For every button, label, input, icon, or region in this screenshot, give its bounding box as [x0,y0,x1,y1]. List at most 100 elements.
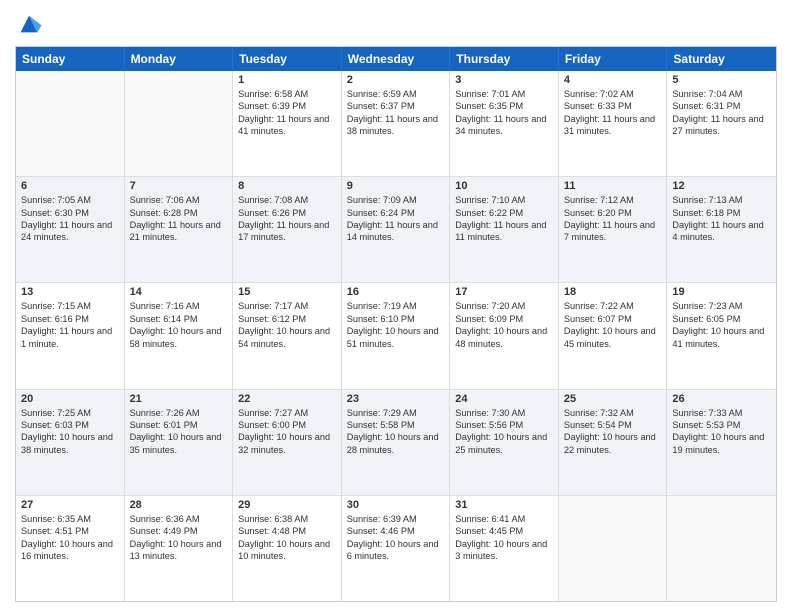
day-number: 22 [238,393,336,405]
cell-info: Sunrise: 6:58 AMSunset: 6:39 PMDaylight:… [238,88,336,138]
cell-info: Sunrise: 7:02 AMSunset: 6:33 PMDaylight:… [564,88,662,138]
calendar-cell: 30 Sunrise: 6:39 AMSunset: 4:46 PMDayligh… [342,496,451,601]
cell-info: Sunrise: 7:08 AMSunset: 6:26 PMDaylight:… [238,194,336,244]
calendar-cell: 11Sunrise: 7:12 AMSunset: 6:20 PMDayligh… [559,177,668,282]
cell-info: Sunrise: 6:35 AMSunset: 4:51 PMDaylight:… [21,513,119,563]
header [15,10,777,38]
day-number: 14 [130,286,228,298]
weekday-header-sunday: Sunday [16,47,125,71]
calendar-cell: 25 Sunrise: 7:32 AMSunset: 5:54 PMDayligh… [559,390,668,495]
page: SundayMondayTuesdayWednesdayThursdayFrid… [0,0,792,612]
calendar-cell: 10 Sunrise: 7:10 AMSunset: 6:22 PMDayligh… [450,177,559,282]
calendar-cell: 14Sunrise: 7:16 AMSunset: 6:14 PMDayligh… [125,283,234,388]
day-number: 13 [21,286,119,298]
cell-info: Sunrise: 7:12 AMSunset: 6:20 PMDaylight:… [564,194,662,244]
cell-info: Sunrise: 7:20 AMSunset: 6:09 PMDaylight:… [455,300,553,350]
cell-info: Sunrise: 6:59 AMSunset: 6:37 PMDaylight:… [347,88,445,138]
cell-info: Sunrise: 7:33 AMSunset: 5:53 PMDaylight:… [672,407,771,457]
cell-info: Sunrise: 6:41 AMSunset: 4:45 PMDaylight:… [455,513,553,563]
calendar-cell: 5 Sunrise: 7:04 AMSunset: 6:31 PMDaylight… [667,71,776,176]
cell-info: Sunrise: 7:32 AMSunset: 5:54 PMDaylight:… [564,407,662,457]
day-number: 9 [347,180,445,192]
day-number: 6 [21,180,119,192]
cell-info: Sunrise: 7:06 AMSunset: 6:28 PMDaylight:… [130,194,228,244]
calendar-cell [16,71,125,176]
calendar-cell: 13 Sunrise: 7:15 AMSunset: 6:16 PMDayligh… [16,283,125,388]
cell-info: Sunrise: 7:27 AMSunset: 6:00 PMDaylight:… [238,407,336,457]
cell-info: Sunrise: 7:04 AMSunset: 6:31 PMDaylight:… [672,88,771,138]
cell-info: Sunrise: 7:17 AMSunset: 6:12 PMDaylight:… [238,300,336,350]
calendar-cell: 29Sunrise: 6:38 AMSunset: 4:48 PMDayligh… [233,496,342,601]
calendar-cell: 4 Sunrise: 7:02 AMSunset: 6:33 PMDaylight… [559,71,668,176]
day-number: 21 [130,393,228,405]
weekday-header-friday: Friday [559,47,668,71]
calendar-row-4: 27 Sunrise: 6:35 AMSunset: 4:51 PMDayligh… [16,495,776,601]
day-number: 31 [455,499,553,511]
calendar-cell: 3 Sunrise: 7:01 AMSunset: 6:35 PMDaylight… [450,71,559,176]
day-number: 20 [21,393,119,405]
cell-info: Sunrise: 7:01 AMSunset: 6:35 PMDaylight:… [455,88,553,138]
day-number: 27 [21,499,119,511]
calendar-cell: 18 Sunrise: 7:22 AMSunset: 6:07 PMDayligh… [559,283,668,388]
day-number: 7 [130,180,228,192]
calendar-cell [559,496,668,601]
calendar-cell: 1 Sunrise: 6:58 AMSunset: 6:39 PMDaylight… [233,71,342,176]
calendar-cell: 2Sunrise: 6:59 AMSunset: 6:37 PMDaylight… [342,71,451,176]
calendar-cell: 15 Sunrise: 7:17 AMSunset: 6:12 PMDayligh… [233,283,342,388]
calendar-cell: 31 Sunrise: 6:41 AMSunset: 4:45 PMDayligh… [450,496,559,601]
calendar-cell: 27 Sunrise: 6:35 AMSunset: 4:51 PMDayligh… [16,496,125,601]
day-number: 28 [130,499,228,511]
calendar-cell [125,71,234,176]
calendar-cell: 12 Sunrise: 7:13 AMSunset: 6:18 PMDayligh… [667,177,776,282]
day-number: 18 [564,286,662,298]
cell-info: Sunrise: 6:36 AMSunset: 4:49 PMDaylight:… [130,513,228,563]
calendar-cell: 23Sunrise: 7:29 AMSunset: 5:58 PMDayligh… [342,390,451,495]
calendar-header: SundayMondayTuesdayWednesdayThursdayFrid… [16,47,776,71]
calendar-cell: 9Sunrise: 7:09 AMSunset: 6:24 PMDaylight… [342,177,451,282]
weekday-header-monday: Monday [125,47,234,71]
calendar-cell: 26 Sunrise: 7:33 AMSunset: 5:53 PMDayligh… [667,390,776,495]
day-number: 19 [672,286,771,298]
cell-info: Sunrise: 7:26 AMSunset: 6:01 PMDaylight:… [130,407,228,457]
day-number: 25 [564,393,662,405]
calendar-cell: 24 Sunrise: 7:30 AMSunset: 5:56 PMDayligh… [450,390,559,495]
cell-info: Sunrise: 7:19 AMSunset: 6:10 PMDaylight:… [347,300,445,350]
day-number: 3 [455,74,553,86]
calendar-body: 1 Sunrise: 6:58 AMSunset: 6:39 PMDaylight… [16,71,776,601]
calendar: SundayMondayTuesdayWednesdayThursdayFrid… [15,46,777,602]
cell-info: Sunrise: 7:10 AMSunset: 6:22 PMDaylight:… [455,194,553,244]
day-number: 10 [455,180,553,192]
calendar-cell [667,496,776,601]
cell-info: Sunrise: 7:22 AMSunset: 6:07 PMDaylight:… [564,300,662,350]
calendar-cell: 7 Sunrise: 7:06 AMSunset: 6:28 PMDaylight… [125,177,234,282]
cell-info: Sunrise: 7:15 AMSunset: 6:16 PMDaylight:… [21,300,119,350]
day-number: 26 [672,393,771,405]
logo-icon [15,10,43,38]
calendar-cell: 22 Sunrise: 7:27 AMSunset: 6:00 PMDayligh… [233,390,342,495]
day-number: 5 [672,74,771,86]
day-number: 30 [347,499,445,511]
calendar-cell: 6Sunrise: 7:05 AMSunset: 6:30 PMDaylight… [16,177,125,282]
cell-info: Sunrise: 7:29 AMSunset: 5:58 PMDaylight:… [347,407,445,457]
calendar-cell: 20 Sunrise: 7:25 AMSunset: 6:03 PMDayligh… [16,390,125,495]
calendar-cell: 17 Sunrise: 7:20 AMSunset: 6:09 PMDayligh… [450,283,559,388]
day-number: 17 [455,286,553,298]
cell-info: Sunrise: 7:25 AMSunset: 6:03 PMDaylight:… [21,407,119,457]
day-number: 4 [564,74,662,86]
day-number: 24 [455,393,553,405]
calendar-row-1: 6Sunrise: 7:05 AMSunset: 6:30 PMDaylight… [16,176,776,282]
cell-info: Sunrise: 7:30 AMSunset: 5:56 PMDaylight:… [455,407,553,457]
weekday-header-thursday: Thursday [450,47,559,71]
calendar-cell: 16 Sunrise: 7:19 AMSunset: 6:10 PMDayligh… [342,283,451,388]
day-number: 16 [347,286,445,298]
weekday-header-saturday: Saturday [667,47,776,71]
day-number: 12 [672,180,771,192]
calendar-cell: 21 Sunrise: 7:26 AMSunset: 6:01 PMDayligh… [125,390,234,495]
day-number: 1 [238,74,336,86]
weekday-header-wednesday: Wednesday [342,47,451,71]
day-number: 15 [238,286,336,298]
logo [15,10,47,38]
cell-info: Sunrise: 6:39 AMSunset: 4:46 PMDaylight:… [347,513,445,563]
cell-info: Sunrise: 7:13 AMSunset: 6:18 PMDaylight:… [672,194,771,244]
calendar-cell: 28 Sunrise: 6:36 AMSunset: 4:49 PMDayligh… [125,496,234,601]
